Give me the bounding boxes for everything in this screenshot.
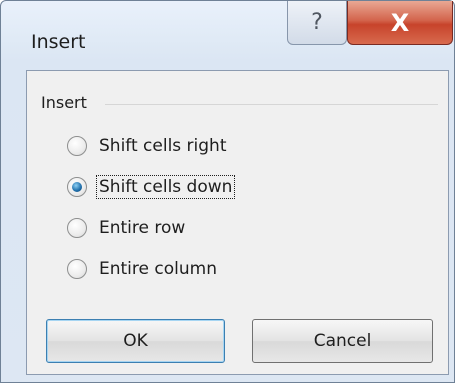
title-bar[interactable]: Insert ? X <box>1 1 454 63</box>
radio-shift-cells-down[interactable] <box>67 177 87 197</box>
help-icon: ? <box>311 10 323 35</box>
option-label: Entire row <box>99 218 186 238</box>
option-label: Entire column <box>99 259 217 279</box>
radio-entire-row[interactable] <box>67 218 87 238</box>
radio-shift-cells-right[interactable] <box>67 136 87 156</box>
group-label: Insert <box>41 93 87 112</box>
option-label: Shift cells down <box>95 175 236 199</box>
close-button[interactable]: X <box>347 1 453 45</box>
help-button[interactable]: ? <box>287 1 347 45</box>
option-shift-cells-right[interactable]: Shift cells right <box>67 131 229 161</box>
dialog-title: Insert <box>31 31 86 53</box>
option-entire-column[interactable]: Entire column <box>67 254 219 284</box>
ok-button[interactable]: OK <box>46 319 225 363</box>
group-divider <box>105 104 438 105</box>
close-icon: X <box>390 8 410 37</box>
option-label: Shift cells right <box>99 136 227 156</box>
option-entire-row[interactable]: Entire row <box>67 213 187 243</box>
cancel-button[interactable]: Cancel <box>252 319 433 363</box>
radio-entire-column[interactable] <box>67 259 87 279</box>
dialog-body: Insert Shift cells right Shift cells dow… <box>26 70 449 375</box>
option-shift-cells-down[interactable]: Shift cells down <box>67 172 236 202</box>
insert-dialog: Insert ? X Insert Shift cells right Shif… <box>0 0 455 383</box>
